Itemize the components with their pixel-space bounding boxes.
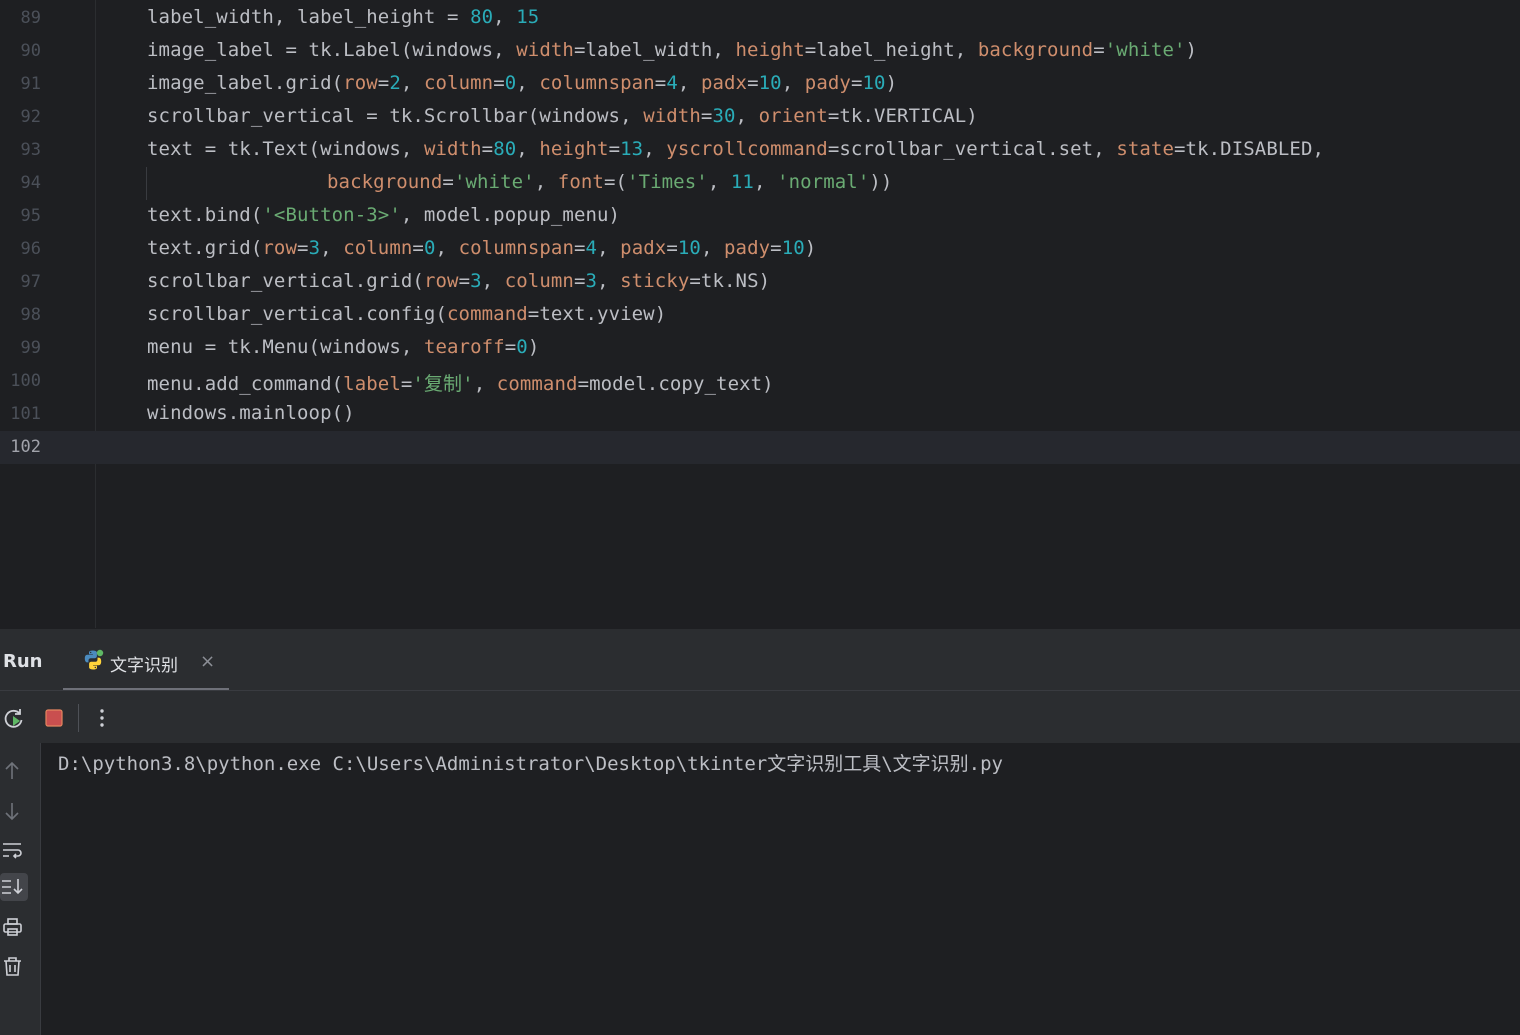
line-number: 99 [20, 338, 41, 358]
code-line[interactable]: 100 menu.add_command(label='复制', command… [0, 365, 1520, 398]
code-line[interactable]: 94 background='white', font=('Times', 11… [0, 167, 1520, 200]
code-line[interactable]: 90 image_label = tk.Label(windows, width… [0, 35, 1520, 68]
run-console[interactable]: D:\python3.8\python.exe C:\Users\Adminis… [41, 743, 1520, 1035]
run-tool-window-header: Run 文字识别 × [0, 628, 1520, 691]
code-text: menu = tk.Menu(windows, tearoff=0) [147, 336, 540, 358]
line-number: 98 [20, 305, 41, 325]
trash-icon[interactable] [0, 953, 28, 981]
run-tab[interactable]: 文字识别 × [63, 629, 229, 691]
code-text: scrollbar_vertical.config(command=text.y… [147, 303, 667, 325]
code-text: image_label.grid(row=2, column=0, column… [147, 72, 898, 94]
code-text: label_width, label_height = 80, 15 [147, 6, 540, 28]
stop-icon[interactable] [42, 706, 66, 730]
line-number: 102 [10, 437, 41, 457]
run-side-toolbar [0, 743, 41, 1035]
console-output-line: D:\python3.8\python.exe C:\Users\Adminis… [58, 753, 1003, 775]
arrow-up-icon[interactable] [0, 757, 28, 785]
arrow-down-icon[interactable] [0, 797, 28, 825]
code-text: background='white', font=('Times', 11, '… [327, 171, 893, 193]
rerun-icon[interactable] [2, 706, 26, 730]
code-line-current[interactable]: 102 [0, 431, 1520, 464]
line-number: 97 [20, 272, 41, 292]
code-text: text.grid(row=3, column=0, columnspan=4,… [147, 237, 817, 259]
code-text: text.bind('<Button-3>', model.popup_menu… [147, 204, 621, 226]
code-text: windows.mainloop() [147, 402, 355, 424]
code-line[interactable]: 95 text.bind('<Button-3>', model.popup_m… [0, 200, 1520, 233]
line-number: 92 [20, 107, 41, 127]
code-line[interactable]: 101 windows.mainloop() [0, 398, 1520, 431]
toolbar-separator [78, 704, 79, 732]
line-number: 95 [20, 206, 41, 226]
code-line[interactable]: 98 scrollbar_vertical.config(command=tex… [0, 299, 1520, 332]
code-text: scrollbar_vertical = tk.Scrollbar(window… [147, 105, 978, 127]
code-text: menu.add_command(label='复制', command=mod… [147, 373, 774, 395]
line-number: 89 [20, 8, 41, 28]
code-line[interactable]: 89 label_width, label_height = 80, 15 [0, 2, 1520, 35]
line-number: 93 [20, 140, 41, 160]
scroll-to-end-icon[interactable] [0, 873, 28, 901]
code-line[interactable]: 93 text = tk.Text(windows, width=80, hei… [0, 134, 1520, 167]
run-tab-label: 文字识别 [110, 656, 178, 676]
run-panel-title: Run [3, 651, 43, 672]
more-options-icon[interactable] [90, 706, 114, 730]
code-text: image_label = tk.Label(windows, width=la… [147, 39, 1198, 61]
line-number: 100 [10, 371, 41, 391]
run-toolbar [0, 690, 1520, 744]
line-number: 90 [20, 41, 41, 61]
code-line[interactable]: 92 scrollbar_vertical = tk.Scrollbar(win… [0, 101, 1520, 134]
soft-wrap-icon[interactable] [0, 836, 28, 864]
code-line[interactable]: 96 text.grid(row=3, column=0, columnspan… [0, 233, 1520, 266]
code-text: text = tk.Text(windows, width=80, height… [147, 138, 1325, 160]
close-icon[interactable]: × [200, 651, 215, 672]
line-number: 94 [20, 173, 41, 193]
line-number: 91 [20, 74, 41, 94]
code-text: scrollbar_vertical.grid(row=3, column=3,… [147, 270, 771, 292]
code-line[interactable]: 97 scrollbar_vertical.grid(row=3, column… [0, 266, 1520, 299]
python-icon [84, 649, 104, 670]
print-icon[interactable] [0, 914, 28, 942]
line-number: 96 [20, 239, 41, 259]
code-line[interactable]: 99 menu = tk.Menu(windows, tearoff=0) [0, 332, 1520, 365]
code-line[interactable]: 91 image_label.grid(row=2, column=0, col… [0, 68, 1520, 101]
line-number: 101 [10, 404, 41, 424]
code-editor[interactable]: 89 label_width, label_height = 80, 15 90… [0, 0, 1520, 628]
